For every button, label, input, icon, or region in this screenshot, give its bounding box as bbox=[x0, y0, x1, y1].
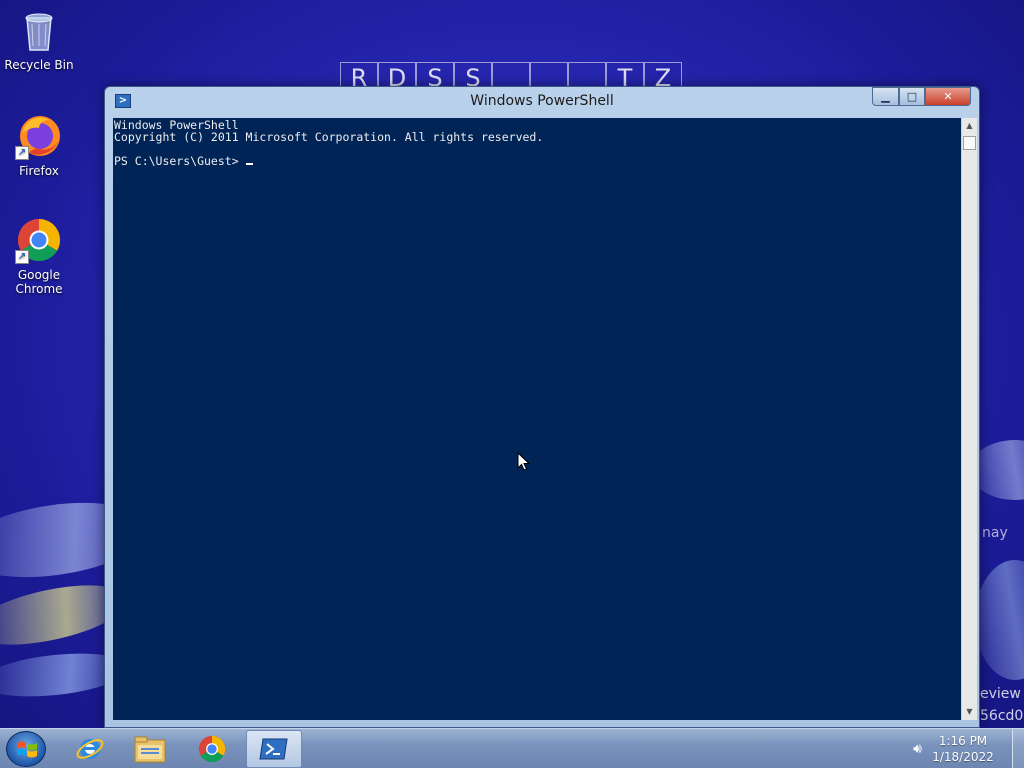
show-desktop-button[interactable] bbox=[1012, 729, 1024, 768]
desktop-icon-firefox[interactable]: ↗ Firefox bbox=[1, 112, 77, 178]
desktop-icon-google-chrome[interactable]: ↗ Google Chrome bbox=[1, 216, 77, 296]
maximize-icon: □ bbox=[906, 90, 918, 103]
scroll-thumb[interactable] bbox=[963, 136, 976, 150]
volume-icon[interactable]: 🔊︎ bbox=[913, 741, 922, 757]
shortcut-arrow-icon: ↗ bbox=[15, 250, 29, 264]
folder-icon bbox=[134, 736, 166, 763]
start-button[interactable] bbox=[6, 731, 46, 767]
vertical-scrollbar[interactable]: ▲ ▼ bbox=[961, 118, 977, 720]
console-line: Copyright (C) 2011 Microsoft Corporation… bbox=[114, 130, 544, 144]
system-tray: 🔊︎ 1:16 PM 1/18/2022 bbox=[913, 729, 1024, 768]
clock-date: 1/18/2022 bbox=[932, 750, 994, 764]
maximize-button[interactable]: □ bbox=[899, 87, 925, 106]
window-titlebar[interactable]: > Windows PowerShell ▁ □ ✕ bbox=[105, 87, 979, 115]
scroll-down-icon[interactable]: ▼ bbox=[962, 704, 977, 720]
text-cursor bbox=[245, 163, 253, 165]
taskbar-item-google-chrome[interactable] bbox=[184, 730, 240, 768]
minimize-icon: ▁ bbox=[881, 90, 890, 103]
firefox-icon: ↗ bbox=[15, 112, 63, 160]
desktop-icon-label: Google Chrome bbox=[15, 268, 63, 296]
taskbar-item-windows-explorer[interactable] bbox=[122, 730, 178, 768]
close-button[interactable]: ✕ bbox=[925, 87, 971, 106]
clock-time: 1:16 PM bbox=[938, 734, 988, 748]
minimize-button[interactable]: ▁ bbox=[872, 87, 899, 106]
window-controls: ▁ □ ✕ bbox=[872, 87, 971, 106]
taskbar-item-windows-powershell[interactable] bbox=[246, 730, 302, 768]
close-icon: ✕ bbox=[943, 90, 953, 103]
wallpaper-watermark: 56cd0 bbox=[980, 708, 1024, 724]
windows-logo-icon bbox=[17, 741, 37, 758]
chrome-icon: ↗ bbox=[15, 216, 63, 264]
wallpaper-watermark: nay bbox=[982, 525, 1008, 541]
chrome-icon bbox=[198, 735, 226, 763]
desktop-icon-recycle-bin[interactable]: Recycle Bin bbox=[1, 6, 77, 72]
mouse-pointer-icon bbox=[517, 452, 531, 471]
scroll-up-icon[interactable]: ▲ bbox=[962, 118, 977, 134]
shortcut-arrow-icon: ↗ bbox=[15, 146, 29, 160]
powershell-window[interactable]: > Windows PowerShell ▁ □ ✕ Windows Power… bbox=[104, 86, 980, 728]
window-title: Windows PowerShell bbox=[470, 93, 614, 109]
clock[interactable]: 1:16 PM 1/18/2022 bbox=[928, 733, 998, 765]
wallpaper-streak bbox=[975, 560, 1024, 680]
wallpaper-watermark: eview bbox=[980, 686, 1021, 702]
console-prompt: PS C:\Users\Guest> bbox=[114, 154, 246, 168]
powershell-icon bbox=[259, 738, 288, 760]
taskbar: 🔊︎ 1:16 PM 1/18/2022 bbox=[0, 728, 1024, 768]
recycle-bin-icon bbox=[15, 6, 63, 54]
console-output[interactable]: Windows PowerShell Copyright (C) 2011 Mi… bbox=[113, 118, 961, 720]
taskbar-item-internet-explorer[interactable] bbox=[62, 730, 118, 768]
internet-explorer-icon bbox=[76, 739, 104, 759]
console-prompt-line[interactable]: PS C:\Users\Guest> bbox=[114, 155, 960, 167]
desktop-icon-label: Firefox bbox=[19, 164, 59, 178]
desktop-icon-label: Recycle Bin bbox=[4, 58, 74, 72]
